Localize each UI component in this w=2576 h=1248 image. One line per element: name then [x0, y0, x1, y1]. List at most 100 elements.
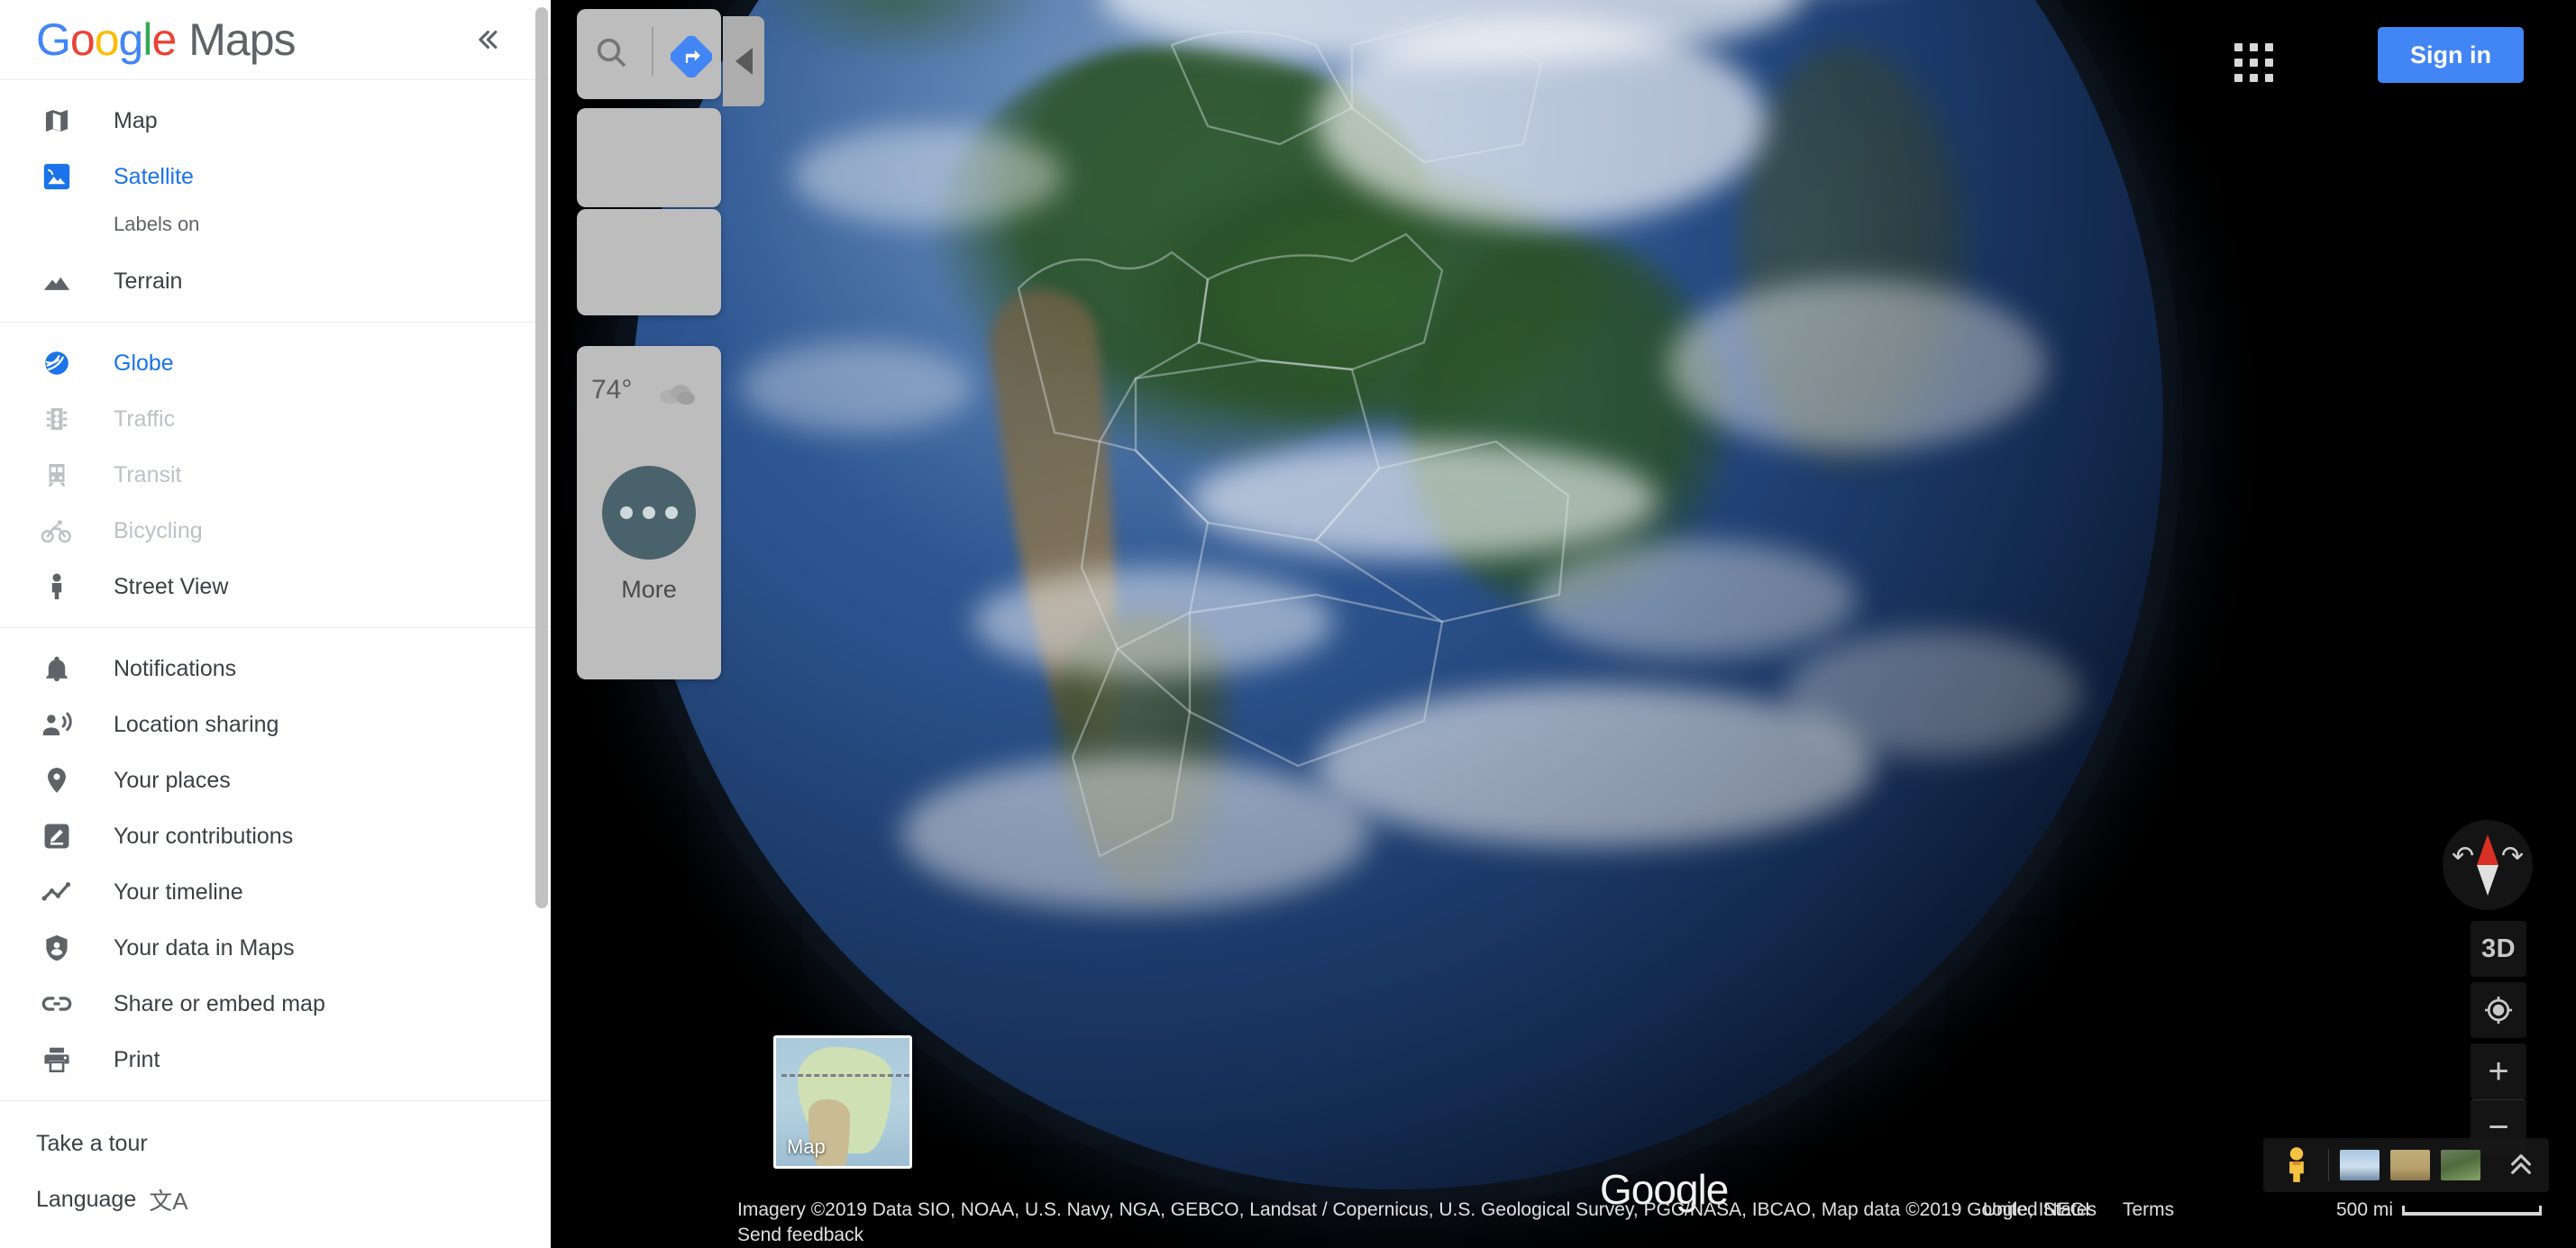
- sidebar-item-label: Language: [36, 1186, 137, 1212]
- my-location-icon[interactable]: [2471, 982, 2526, 1038]
- more-button-label: More: [621, 576, 677, 603]
- photo-thumbnail[interactable]: [2390, 1150, 2430, 1180]
- sidebar-item-transit[interactable]: Transit: [0, 447, 551, 503]
- weather-temperature: 74°: [591, 375, 633, 405]
- globe-icon: [36, 348, 78, 378]
- sidebar-item-your-contributions[interactable]: Your contributions: [0, 808, 551, 864]
- sidebar-item-location-sharing[interactable]: Location sharing: [0, 697, 551, 752]
- sidebar-item-take-a-tour[interactable]: Take a tour: [0, 1116, 551, 1171]
- satellite-labels-toggle[interactable]: Labels on: [0, 205, 551, 244]
- main-menu-sidebar[interactable]: Google Maps Map Satellite Labels on Terr…: [0, 0, 551, 1248]
- streetview-icon: [36, 571, 78, 602]
- directions-icon[interactable]: [669, 34, 714, 79]
- globe-surface: [631, 0, 2163, 1189]
- pegman-icon[interactable]: [2276, 1144, 2317, 1186]
- sidebar-item-terrain[interactable]: Terrain: [0, 253, 551, 309]
- sidebar-item-share-or-embed[interactable]: Share or embed map: [0, 976, 551, 1032]
- imagery-attribution: Imagery ©2019 Data SIO, NOAA, U.S. Navy,…: [737, 1199, 2090, 1220]
- send-feedback-link[interactable]: Send feedback: [737, 1225, 863, 1246]
- apps-grid-icon[interactable]: [2221, 30, 2286, 95]
- search-results-panel[interactable]: 74° More: [577, 0, 721, 1248]
- sidebar-item-label: Bicycling: [114, 517, 203, 543]
- triangle-left-icon: [735, 48, 753, 75]
- zoom-in-button[interactable]: +: [2471, 1043, 2526, 1099]
- sidebar-item-label: Traffic: [114, 405, 176, 432]
- sign-in-button[interactable]: Sign in: [2378, 27, 2524, 83]
- sidebar-item-label: Globe: [114, 350, 174, 376]
- sidebar-item-label: Your places: [114, 767, 231, 793]
- shield-person-icon: [36, 933, 78, 963]
- sidebar-item-label: Take a tour: [36, 1130, 148, 1156]
- weather-and-actions-card: 74° More: [577, 346, 721, 679]
- double-chevron-left-icon[interactable]: [466, 19, 507, 60]
- sidebar-item-label: Your timeline: [114, 879, 243, 905]
- location-sharing-icon: [36, 709, 78, 740]
- search-icon[interactable]: [593, 34, 629, 70]
- rotate-right-icon[interactable]: ↷: [2501, 843, 2524, 870]
- sidebar-item-map[interactable]: Map: [0, 93, 551, 149]
- sidebar-item-bicycling[interactable]: Bicycling: [0, 503, 551, 559]
- double-chevron-up-icon[interactable]: [2506, 1150, 2536, 1180]
- apps-dot: [2249, 58, 2258, 67]
- sidebar-item-traffic[interactable]: Traffic: [0, 391, 551, 447]
- map-scale: 500 mi: [2336, 1199, 2542, 1221]
- sidebar-item-print[interactable]: Print: [0, 1032, 551, 1088]
- edit-icon: [36, 821, 78, 852]
- sidebar-item-your-data-in-maps[interactable]: Your data in Maps: [0, 920, 551, 976]
- sidebar-item-your-timeline[interactable]: Your timeline: [0, 864, 551, 920]
- link-icon: [36, 988, 78, 1019]
- satellite-icon: [36, 161, 78, 192]
- rotate-left-icon[interactable]: ↶: [2452, 843, 2474, 870]
- apps-dot: [2233, 42, 2243, 51]
- sidebar-item-label: Map: [114, 107, 158, 133]
- footer-country-link[interactable]: United States: [1983, 1199, 2096, 1221]
- compass-south-needle: [2477, 865, 2498, 896]
- compass-icon[interactable]: ↶ ↷: [2443, 820, 2533, 910]
- sidebar-item-language[interactable]: Language 文A: [0, 1171, 551, 1227]
- cloud-icon: [656, 380, 698, 407]
- sidebar-item-label: Notifications: [114, 655, 237, 681]
- scrollbar-thumb[interactable]: [535, 7, 548, 908]
- sidebar-item-label: Location sharing: [114, 711, 279, 737]
- translate-icon: 文A: [149, 1187, 188, 1215]
- map-type-label: Map: [787, 1135, 826, 1158]
- ellipsis-icon: [620, 506, 633, 519]
- photo-thumbnail[interactable]: [2441, 1150, 2480, 1180]
- sidebar-scroll-area[interactable]: Google Maps Map Satellite Labels on Terr…: [0, 0, 551, 1248]
- ellipsis-icon: [643, 506, 655, 519]
- toggle-3d-button[interactable]: 3D: [2471, 921, 2526, 977]
- search-result-card[interactable]: [577, 108, 721, 207]
- search-result-card[interactable]: [577, 209, 721, 315]
- search-bar[interactable]: [577, 9, 721, 99]
- ellipsis-icon: [665, 506, 678, 519]
- more-button[interactable]: [602, 466, 696, 560]
- footer-terms-link[interactable]: Terms: [2123, 1199, 2174, 1221]
- sidebar-footer-group: Take a tour Language 文A: [0, 1101, 551, 1240]
- sidebar-item-label: Transit: [114, 461, 182, 487]
- sidebar-item-satellite[interactable]: Satellite: [0, 149, 551, 205]
- compass-north-needle: [2477, 834, 2498, 865]
- sidebar-item-globe[interactable]: Globe: [0, 335, 551, 391]
- sidebar-item-your-places[interactable]: Your places: [0, 752, 551, 808]
- apps-dot: [2233, 73, 2243, 82]
- map-type-toggle-thumbnail[interactable]: Map: [773, 1035, 912, 1169]
- search-divider: [652, 27, 653, 76]
- sidebar-scrollbar[interactable]: [535, 7, 548, 908]
- scale-label: 500 mi: [2335, 1199, 2393, 1220]
- apps-dot: [2249, 42, 2258, 51]
- transit-icon: [36, 460, 78, 490]
- apps-dot: [2233, 58, 2243, 67]
- sidebar-item-label: Your contributions: [114, 823, 294, 849]
- sidebar-item-label: Print: [114, 1046, 160, 1072]
- sidebar-item-label: Terrain: [114, 268, 183, 294]
- country-borders: [1017, 16, 1570, 858]
- google-maps-logo[interactable]: Google Maps: [36, 17, 297, 62]
- sidebar-item-street-view[interactable]: Street View: [0, 559, 551, 615]
- map-type-group: Map Satellite Labels on Terrain: [0, 80, 551, 322]
- panel-collapse-button[interactable]: [723, 16, 764, 106]
- photo-thumbnail[interactable]: [2340, 1150, 2380, 1180]
- sidebar-item-notifications[interactable]: Notifications: [0, 641, 551, 697]
- divider: [2328, 1149, 2329, 1181]
- bicycling-icon: [36, 515, 78, 546]
- street-view-and-photos-strip[interactable]: [2263, 1138, 2549, 1192]
